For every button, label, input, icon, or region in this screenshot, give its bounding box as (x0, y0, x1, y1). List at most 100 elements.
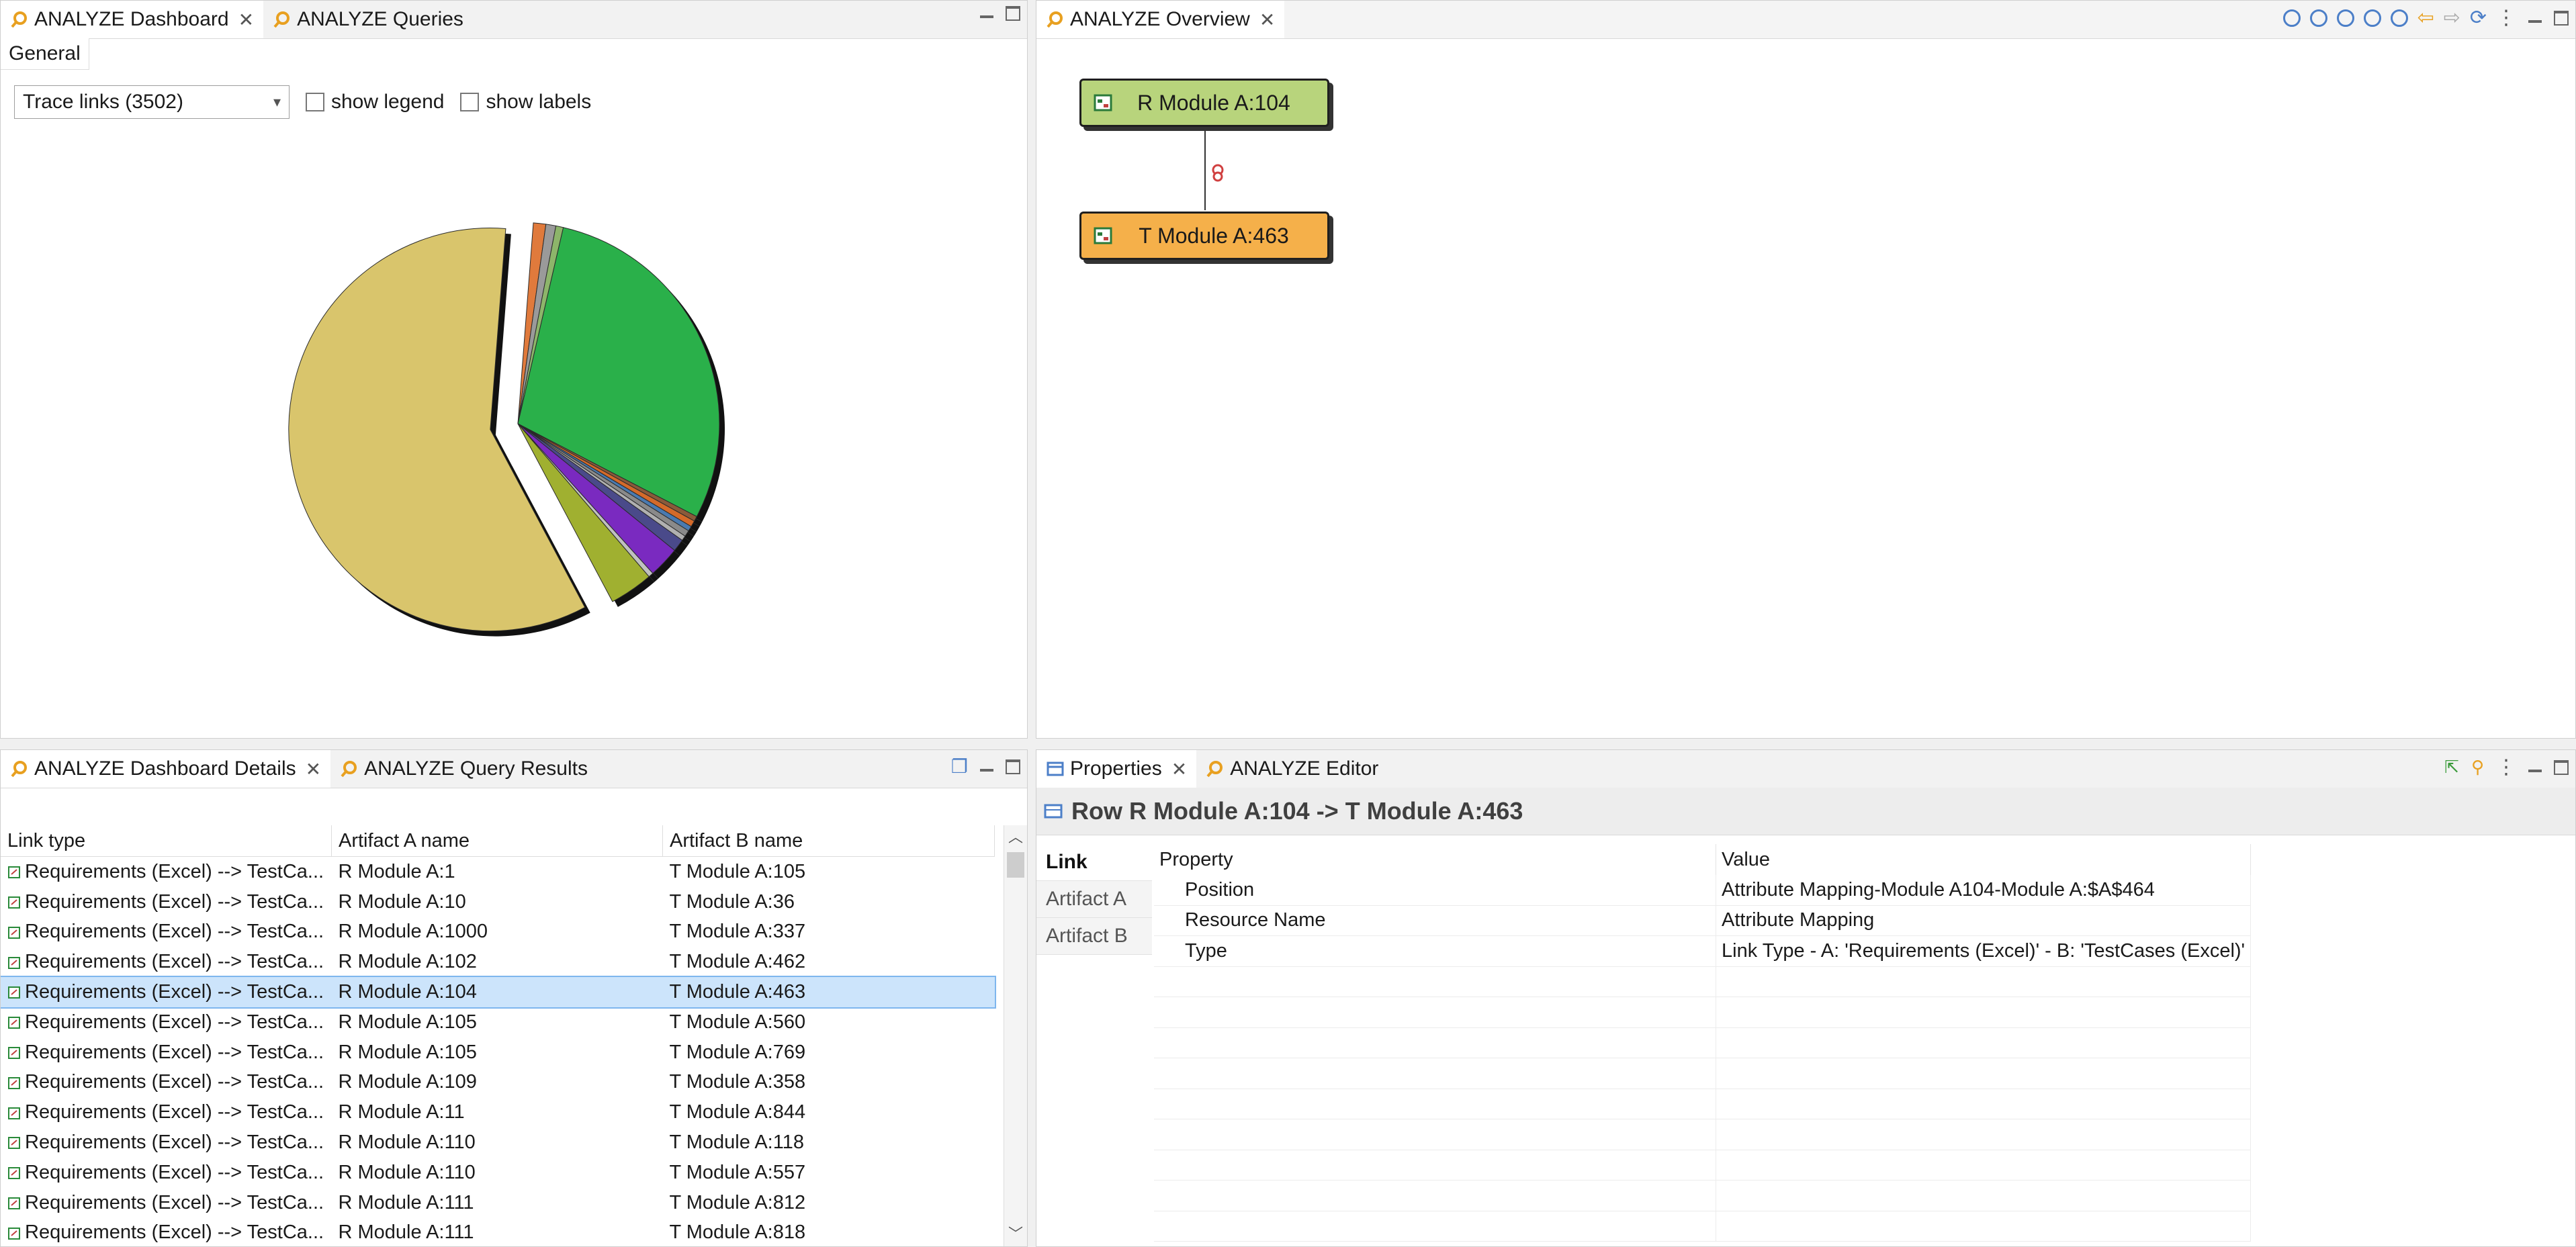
table-row[interactable]: Requirements (Excel) --> TestCa... R Modu… (1, 1188, 995, 1218)
property-row[interactable]: Type Link Type - A: 'Requirements (Excel)… (1154, 935, 2252, 967)
excel-icon (1094, 227, 1112, 244)
minimize-icon[interactable] (980, 15, 993, 18)
tab-dashboard-details[interactable]: ANALYZE Dashboard Details ✕ (1, 750, 331, 788)
table-row[interactable]: Requirements (Excel) --> TestCa... R Modu… (1, 1158, 995, 1188)
side-tab-artifact-b[interactable]: Artifact B (1036, 918, 1152, 955)
table-cell: R Module A:1 (332, 857, 663, 887)
minimize-icon[interactable] (980, 768, 993, 772)
maximize-icon[interactable] (2554, 759, 2569, 775)
link-row-icon (8, 1017, 20, 1029)
scroll-thumb[interactable] (1007, 852, 1024, 878)
subtab-general[interactable]: General (1, 38, 89, 70)
column-header[interactable]: Value (1716, 844, 2252, 875)
property-row[interactable]: Position Attribute Mapping-Module A104-Mo… (1154, 875, 2252, 906)
zoom-fit-icon[interactable] (2336, 9, 2354, 27)
cell-text: R Module A:109 (338, 1071, 477, 1093)
table-cell: T Module A:812 (663, 1188, 995, 1218)
property-name (1154, 1180, 1716, 1211)
cell-text: R Module A:110 (338, 1131, 476, 1154)
minimize-icon[interactable] (2528, 19, 2542, 23)
node-artifact-a[interactable]: R Module A:104 (1079, 79, 1329, 127)
table-cell: Requirements (Excel) --> TestCa... (1, 1158, 332, 1188)
zoom-selection-icon[interactable] (2390, 9, 2408, 27)
table-cell: Requirements (Excel) --> TestCa... (1, 1097, 332, 1127)
refresh-icon[interactable]: ⟳ (2470, 6, 2487, 30)
copy-icon[interactable]: ❐ (951, 755, 968, 778)
chart-type-value: Trace links (3502) (23, 91, 183, 113)
zoom-out-icon[interactable] (2309, 9, 2327, 27)
property-name (1154, 1150, 1716, 1181)
table-cell: T Module A:560 (663, 1007, 995, 1037)
table-row[interactable]: Requirements (Excel) --> TestCa... R Modu… (1, 947, 995, 977)
tab-analyze-editor[interactable]: ANALYZE Editor (1196, 750, 1388, 788)
scroll-down-icon[interactable]: ﹀ (1004, 1222, 1027, 1244)
analyze-icon[interactable]: ⚲ (2471, 757, 2484, 778)
table-cell: T Module A:36 (663, 887, 995, 917)
cell-text: Requirements (Excel) --> TestCa... (25, 921, 324, 943)
table-row[interactable]: Requirements (Excel) --> TestCa... R Modu… (1, 917, 995, 948)
analyze-icon (341, 761, 357, 778)
table-cell: Requirements (Excel) --> TestCa... (1, 1007, 332, 1037)
table-row[interactable]: Requirements (Excel) --> TestCa... R Modu… (1, 976, 996, 1009)
tab-analyze-dashboard[interactable]: ANALYZE Dashboard ✕ (1, 1, 264, 38)
table-row[interactable]: Requirements (Excel) --> TestCa... R Modu… (1, 1037, 995, 1068)
table-row[interactable]: Requirements (Excel) --> TestCa... R Modu… (1, 887, 995, 917)
cell-text: T Module A:462 (669, 951, 806, 973)
property-value (1716, 997, 2252, 1028)
close-icon[interactable]: ✕ (1171, 758, 1187, 780)
tab-label: ANALYZE Editor (1230, 757, 1379, 780)
minimize-icon[interactable] (2528, 769, 2542, 772)
chart-type-select[interactable]: Trace links (3502) ▾ (14, 85, 290, 119)
property-row[interactable]: Resource Name Attribute Mapping (1154, 905, 2252, 936)
column-header[interactable]: Artifact A name (331, 825, 663, 857)
maximize-icon[interactable] (1006, 759, 1020, 774)
cell-text: Requirements (Excel) --> TestCa... (25, 1161, 324, 1183)
property-row (1154, 1211, 2252, 1242)
cell-text: R Module A:104 (338, 981, 477, 1003)
tab-label: ANALYZE Queries (297, 8, 463, 30)
property-row (1154, 1119, 2252, 1150)
cell-text: R Module A:111 (338, 1221, 474, 1244)
forward-arrow-icon[interactable]: ⇨ (2444, 6, 2460, 30)
node-artifact-b[interactable]: T Module A:463 (1079, 212, 1329, 260)
zoom-in-icon[interactable] (2282, 9, 2301, 27)
node-label: T Module A:463 (1139, 223, 1289, 248)
side-tab-artifact-a[interactable]: Artifact A (1036, 881, 1152, 918)
table-row[interactable]: Requirements (Excel) --> TestCa... R Modu… (1, 1097, 995, 1127)
zoom-reset-icon[interactable] (2363, 9, 2381, 27)
tab-query-results[interactable]: ANALYZE Query Results (330, 750, 597, 788)
checkbox-box[interactable] (306, 93, 324, 111)
table-row[interactable]: Requirements (Excel) --> TestCa... R Modu… (1, 1127, 995, 1158)
link-icon (1212, 164, 1224, 182)
column-header[interactable]: Link type (1, 825, 332, 857)
pin-icon[interactable]: ⇱ (2444, 757, 2459, 778)
table-row[interactable]: Requirements (Excel) --> TestCa... R Modu… (1, 1218, 995, 1246)
more-icon[interactable]: ⋮ (2496, 6, 2516, 30)
more-icon[interactable]: ⋮ (2496, 755, 2516, 779)
tab-analyze-queries[interactable]: ANALYZE Queries (263, 1, 473, 38)
property-name: Type (1154, 935, 1716, 967)
back-arrow-icon[interactable]: ⇦ (2417, 6, 2434, 30)
show-labels-checkbox[interactable]: show labels (460, 91, 591, 113)
show-legend-checkbox[interactable]: show legend (306, 91, 444, 113)
table-row[interactable]: Requirements (Excel) --> TestCa... R Modu… (1, 857, 995, 887)
pie-chart[interactable] (283, 195, 766, 679)
side-tab-link[interactable]: Link (1036, 844, 1152, 881)
column-header[interactable]: Property (1154, 844, 1716, 875)
properties-tabbar: Properties ✕ ANALYZE Editor ⇱ ⚲ ⋮ (1036, 750, 2575, 788)
maximize-icon[interactable] (1006, 6, 1020, 21)
link-row-icon (8, 1076, 20, 1089)
cell-text: R Module A:1000 (338, 921, 488, 943)
table-row[interactable]: Requirements (Excel) --> TestCa... R Modu… (1, 1007, 995, 1037)
close-icon[interactable]: ✕ (238, 9, 254, 31)
details-scrollbar[interactable]: ︿ ﹀ (1004, 825, 1027, 1246)
scroll-up-icon[interactable]: ︿ (1004, 825, 1027, 847)
maximize-icon[interactable] (2554, 10, 2569, 26)
dashboard-tabbar: ANALYZE Dashboard ✕ ANALYZE Queries (1, 1, 1027, 39)
tab-properties[interactable]: Properties ✕ (1036, 750, 1197, 788)
checkbox-box[interactable] (460, 93, 480, 111)
property-row (1154, 1150, 2252, 1181)
table-row[interactable]: Requirements (Excel) --> TestCa... R Modu… (1, 1068, 995, 1098)
close-icon[interactable]: ✕ (306, 758, 321, 780)
column-header[interactable]: Artifact B name (662, 825, 995, 857)
